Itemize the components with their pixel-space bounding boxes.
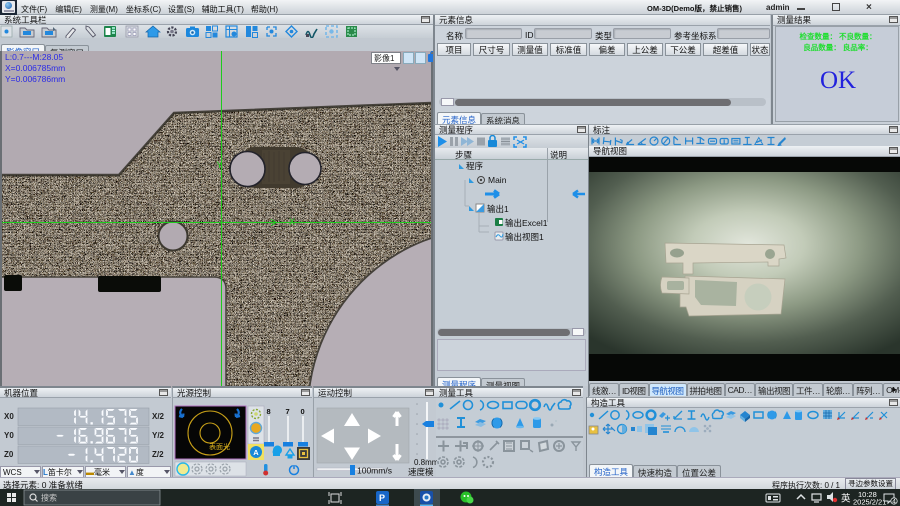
svg-text:A: A: [253, 448, 259, 457]
svg-text:英: 英: [841, 493, 851, 505]
svg-text:表面光: 表面光: [209, 442, 230, 451]
svg-text:0: 0: [301, 407, 305, 416]
svg-text:X=0.006785mm: X=0.006785mm: [5, 63, 65, 73]
svg-text:搜索: 搜索: [41, 493, 57, 503]
svg-text:8: 8: [267, 407, 271, 416]
svg-text:Y=0.006786mm: Y=0.006786mm: [5, 74, 65, 84]
svg-text:7: 7: [286, 407, 290, 416]
svg-text:X: X: [289, 217, 295, 227]
svg-text:100mm/s: 100mm/s: [357, 466, 392, 476]
svg-text:Y: Y: [217, 160, 223, 170]
svg-text:2025/2/21: 2025/2/21: [853, 498, 886, 506]
svg-text:4: 4: [892, 499, 896, 506]
svg-text:L:0.7---M:28.05: L:0.7---M:28.05: [5, 52, 63, 62]
svg-text:P: P: [379, 493, 385, 503]
